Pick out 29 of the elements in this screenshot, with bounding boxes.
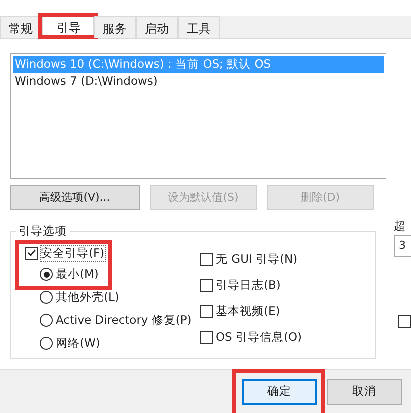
checkbox[interactable] <box>200 278 213 292</box>
radio-label: 其他外壳(L) <box>56 290 120 305</box>
tab[interactable]: 启动 <box>136 16 178 38</box>
dialog-button[interactable]: 取消 <box>327 378 402 404</box>
radio-button[interactable] <box>40 314 53 327</box>
checkbox-label: 安全引导(F) <box>41 246 105 260</box>
radio-label: 网络(W) <box>56 336 100 351</box>
tab[interactable]: 服务 <box>94 16 136 38</box>
action-button[interactable]: 高级选项(V)... <box>10 185 140 210</box>
radio-label: 最小(M) <box>56 267 99 282</box>
checkbox[interactable] <box>25 246 38 260</box>
os-entry[interactable]: Windows 7 (D:\Windows) <box>13 73 384 89</box>
radio-button[interactable] <box>40 291 53 304</box>
checkbox-label: OS 引导信息(O) <box>216 330 302 344</box>
checkbox[interactable] <box>200 252 213 266</box>
group-title: 引导选项 <box>16 224 70 239</box>
checkbox[interactable] <box>200 304 213 318</box>
checkbox-label: 无 GUI 引导(N) <box>216 252 298 266</box>
dialog-button[interactable]: 确定 <box>242 378 317 404</box>
radio-button[interactable] <box>40 337 53 350</box>
timeout-field[interactable]: 3 <box>394 235 411 257</box>
checkbox-label: 引导日志(B) <box>216 278 281 292</box>
checkbox[interactable] <box>398 315 411 328</box>
radio-button[interactable] <box>40 268 53 281</box>
checkbox[interactable] <box>200 330 213 344</box>
tab[interactable]: 工具 <box>178 16 220 38</box>
radio-label: Active Directory 修复(P) <box>56 313 192 328</box>
checkbox-label: 基本视频(E) <box>216 304 280 318</box>
timeout-label: 超 <box>394 219 407 233</box>
